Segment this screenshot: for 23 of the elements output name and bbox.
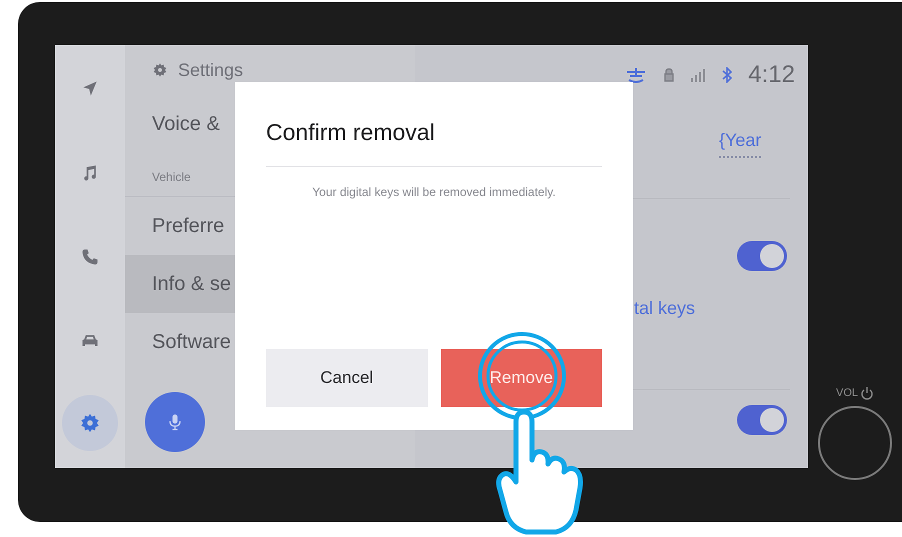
- toggle-switch[interactable]: [737, 241, 787, 271]
- signal-icon: [690, 68, 706, 82]
- item-label: Preferre: [152, 214, 224, 239]
- dialog-title: Confirm removal: [266, 115, 602, 166]
- phone-icon: [80, 247, 100, 267]
- remove-button[interactable]: Remove: [440, 349, 602, 407]
- bluetooth-icon: [722, 67, 732, 83]
- volume-knob[interactable]: [818, 406, 892, 480]
- volume-label: VOL: [836, 386, 858, 401]
- clock-time: 4:12: [748, 60, 795, 90]
- settings-icon: [79, 412, 101, 434]
- lock-icon: [664, 68, 674, 82]
- section-header: Vehicle: [152, 169, 191, 186]
- cancel-button[interactable]: Cancel: [266, 349, 428, 407]
- year-link[interactable]: {Year: [719, 127, 762, 158]
- item-label: Info & se: [152, 272, 231, 297]
- link-text[interactable]: tal keys: [634, 295, 696, 322]
- settings-icon: [152, 62, 168, 78]
- dialog-message: Your digital keys will be removed immediately.: [311, 184, 557, 200]
- item-label: Software: [152, 330, 231, 355]
- power-icon: [860, 386, 874, 400]
- settings-title: Settings: [178, 58, 244, 82]
- toggle-switch[interactable]: [737, 405, 787, 435]
